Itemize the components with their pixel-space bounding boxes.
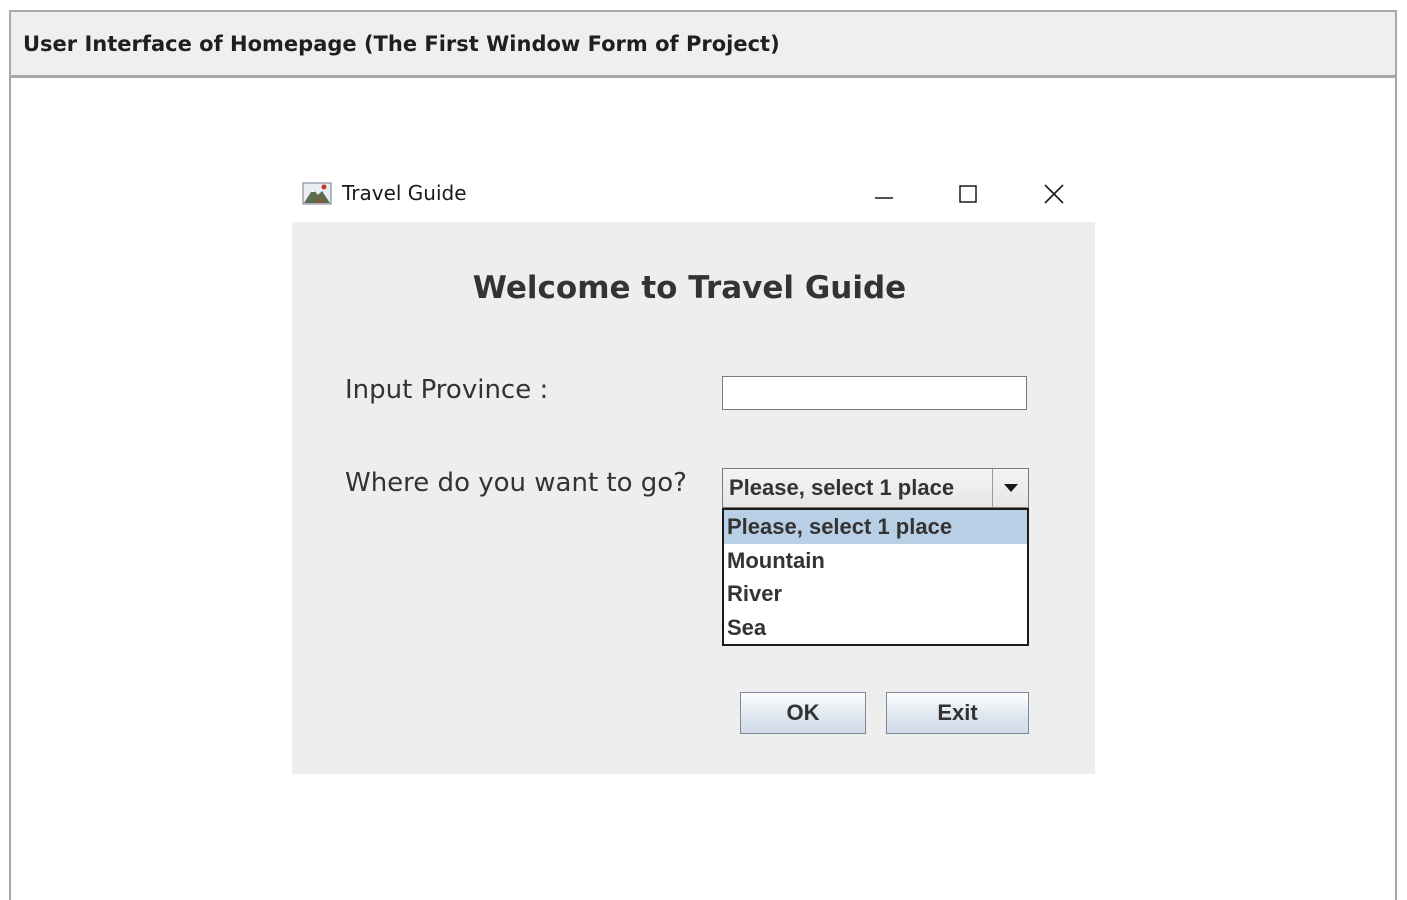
destination-label: Where do you want to go? bbox=[345, 468, 687, 498]
dropdown-option-river[interactable]: River bbox=[724, 577, 1027, 611]
chevron-down-icon[interactable] bbox=[992, 469, 1028, 507]
figure-caption: User Interface of Homepage (The First Wi… bbox=[11, 12, 1395, 78]
welcome-heading: Welcome to Travel Guide bbox=[472, 270, 907, 306]
window-content: Welcome to Travel Guide Input Province :… bbox=[292, 222, 1095, 774]
travel-guide-window: Travel Guide Welcome to Travel Guide Inp… bbox=[292, 168, 1095, 774]
province-input[interactable] bbox=[722, 376, 1027, 410]
maximize-icon[interactable] bbox=[946, 176, 990, 212]
destination-dropdown-list: Please, select 1 place Mountain River Se… bbox=[722, 508, 1029, 646]
combo-selected-value: Please, select 1 place bbox=[729, 475, 955, 500]
dropdown-option-please-select[interactable]: Please, select 1 place bbox=[724, 510, 1027, 544]
destination-combobox[interactable]: Please, select 1 place bbox=[722, 468, 1029, 508]
dropdown-option-sea[interactable]: Sea bbox=[724, 611, 1027, 645]
window-titlebar[interactable]: Travel Guide bbox=[292, 168, 1095, 222]
dropdown-option-mountain[interactable]: Mountain bbox=[724, 544, 1027, 578]
ok-button[interactable]: OK bbox=[740, 692, 866, 734]
mountain-landscape-icon bbox=[302, 180, 332, 206]
window-title: Travel Guide bbox=[342, 181, 467, 205]
minimize-icon[interactable] bbox=[862, 176, 906, 212]
province-label: Input Province : bbox=[345, 375, 549, 405]
exit-button[interactable]: Exit bbox=[886, 692, 1029, 734]
close-icon[interactable] bbox=[1032, 176, 1076, 212]
